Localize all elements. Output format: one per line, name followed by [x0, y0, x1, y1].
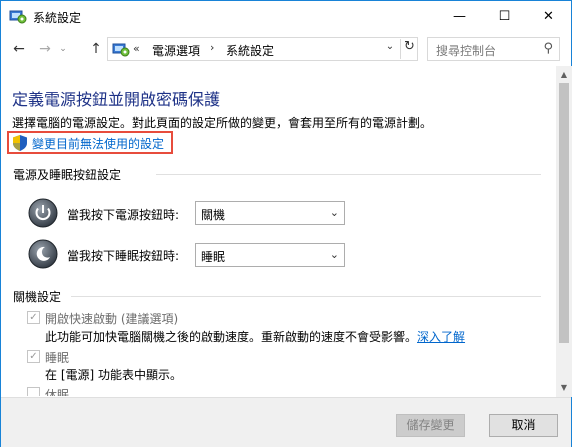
breadcrumb-separator-icon[interactable]: ›: [210, 41, 214, 54]
recent-locations-button[interactable]: ⌄: [57, 40, 69, 58]
control-panel-icon: [112, 43, 130, 57]
page-description: 選擇電腦的電源設定。對此頁面的設定所做的變更，會套用至所有的電源計劃。: [12, 116, 433, 130]
hibernate-checkbox[interactable]: [27, 387, 40, 396]
power-button-label: 當我按下電源按鈕時:: [67, 208, 180, 222]
page-title: 定義電源按鈕並開啟密碼保護: [12, 90, 221, 109]
scrollbar-thumb[interactable]: [559, 83, 569, 343]
up-arrow-icon: ↑: [90, 41, 102, 57]
scroll-up-icon[interactable]: ▲: [556, 68, 572, 82]
sleep-option-label: 睡眠: [45, 351, 70, 365]
close-button[interactable]: ✕: [526, 1, 571, 31]
forward-arrow-icon: →: [39, 41, 51, 57]
fast-startup-description: 此功能可加快電腦關機之後的啟動速度。重新啟動的速度不會受影響。深入了解: [45, 328, 465, 345]
shutdown-section-title: 關機設定: [13, 290, 62, 304]
sleep-button-action-select[interactable]: 睡眠 ⌄: [195, 243, 345, 267]
sleep-button-action-value: 睡眠: [201, 250, 226, 264]
chevron-down-icon: ⌄: [329, 248, 339, 261]
address-bar[interactable]: « 電源選項 › 系統設定 ⌄ ↻: [107, 37, 418, 61]
maximize-button[interactable]: ☐: [482, 1, 527, 31]
scroll-down-icon[interactable]: ▼: [556, 381, 572, 395]
maximize-icon: ☐: [498, 8, 511, 24]
fast-startup-label: 開啟快速啟動 (建議選項): [45, 312, 179, 326]
checkmark-icon: ✓: [29, 351, 38, 362]
footer-bar: 儲存變更 取消: [1, 397, 571, 447]
search-placeholder: 搜尋控制台: [436, 44, 497, 58]
fast-startup-checkbox[interactable]: ✓: [27, 311, 40, 324]
section-divider: [156, 174, 541, 175]
chevron-down-icon: ⌄: [329, 206, 339, 219]
title-bar: 系統設定 — ☐ ✕: [1, 1, 571, 32]
sleep-checkbox[interactable]: ✓: [27, 350, 40, 363]
uac-shield-icon: [13, 135, 27, 151]
learn-more-link[interactable]: 深入了解: [417, 330, 465, 344]
breadcrumb-system-settings[interactable]: 系統設定: [226, 42, 274, 59]
back-arrow-icon: ←: [13, 41, 25, 57]
change-unavailable-settings-link[interactable]: 變更目前無法使用的設定: [32, 135, 164, 152]
search-input[interactable]: 搜尋控制台 ⚲: [427, 37, 560, 61]
vertical-scrollbar[interactable]: ▲ ▼: [556, 66, 572, 397]
save-changes-button[interactable]: 儲存變更: [396, 414, 465, 437]
section-divider: [71, 296, 541, 297]
up-button[interactable]: ↑: [87, 40, 105, 58]
minimize-button[interactable]: —: [437, 1, 482, 31]
window-title: 系統設定: [33, 11, 82, 25]
power-button-icon: [28, 198, 58, 228]
fast-startup-description-text: 此功能可加快電腦關機之後的啟動速度。重新啟動的速度不會受影響。: [45, 330, 418, 344]
sleep-button-icon: [28, 239, 58, 269]
back-button[interactable]: ←: [10, 40, 28, 58]
navigation-bar: ← → ⌄ ↑ « 電源選項 › 系統設定 ⌄ ↻ 搜尋控制台 ⚲: [1, 32, 571, 66]
hibernate-option-label: 休眠: [45, 388, 70, 396]
address-dropdown-icon[interactable]: ⌄: [384, 41, 396, 52]
power-button-action-select[interactable]: 關機 ⌄: [195, 201, 345, 225]
breadcrumb-power-options[interactable]: 電源選項: [152, 42, 200, 59]
sleep-option-description: 在 [電源] 功能表中顯示。: [45, 368, 182, 382]
main-content: 定義電源按鈕並開啟密碼保護 選擇電腦的電源設定。對此頁面的設定所做的變更，會套用…: [1, 66, 557, 396]
checkmark-icon: ✓: [29, 312, 38, 323]
search-icon[interactable]: ⚲: [543, 41, 553, 56]
power-section-title: 電源及睡眠按鈕設定: [13, 168, 122, 182]
control-panel-icon: [9, 10, 27, 24]
sleep-button-label: 當我按下睡眠按鈕時:: [67, 249, 180, 263]
breadcrumb-overflow-icon[interactable]: «: [133, 42, 140, 55]
forward-button[interactable]: →: [36, 40, 54, 58]
refresh-icon[interactable]: ↻: [400, 39, 416, 59]
minimize-icon: —: [453, 8, 466, 24]
close-icon: ✕: [543, 8, 554, 24]
system-settings-window: 系統設定 — ☐ ✕ ← → ⌄ ↑ « 電源選項 › 系統設定 ⌄ ↻ 搜尋控…: [0, 0, 572, 447]
power-button-action-value: 關機: [201, 208, 226, 222]
chevron-down-icon: ⌄: [59, 44, 67, 54]
cancel-button[interactable]: 取消: [489, 414, 558, 437]
